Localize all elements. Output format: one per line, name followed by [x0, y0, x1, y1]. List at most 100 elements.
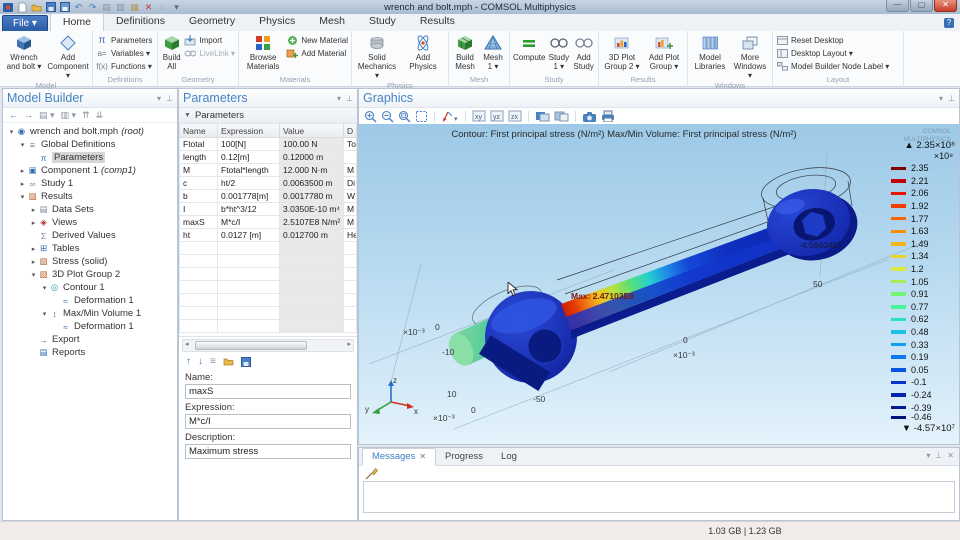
ribbon-button-variables-[interactable]: a= Variables ▾ [96, 47, 152, 59]
ribbon-button-reset-desktop[interactable]: Reset Desktop [776, 34, 889, 46]
tree-expander-icon[interactable]: ▾ [29, 271, 38, 279]
ribbon-button-3d-plot-group-2-[interactable]: 3D Plot Group 2 ▾ [602, 33, 642, 71]
file-menu-button[interactable]: File ▾ [2, 15, 48, 31]
column-header-name[interactable]: Name [179, 124, 218, 138]
plot-area[interactable]: Contour: First principal stress (N/m²) M… [359, 124, 959, 444]
tab-definitions[interactable]: Definitions [104, 13, 177, 30]
view-xy-icon[interactable]: xy [472, 110, 486, 123]
delete-icon[interactable]: ✕ [143, 2, 154, 13]
tree-expander-icon[interactable]: ▸ [18, 167, 27, 175]
tree-item-results[interactable]: ▾ ▨ Results [3, 190, 177, 203]
parameter-row[interactable]: c ht/2 0.0063500 m Di [179, 176, 357, 190]
parameter-row[interactable]: maxS M*c/I 2.5107E8 N/m² M [179, 215, 357, 229]
tree-item-views[interactable]: ▸ ◈ Views [3, 216, 177, 229]
transparency-icon[interactable] [535, 110, 550, 123]
view-zx-icon[interactable]: zx [508, 110, 522, 123]
tree-item-deformation-1[interactable]: ≈ Deformation 1 [3, 294, 177, 307]
ribbon-button-mesh-1-[interactable]: Mesh 1 ▾ [480, 33, 506, 71]
tree-item-contour-1[interactable]: ▾ ◎ Contour 1 [3, 281, 177, 294]
collapse-all-icon[interactable]: ⇈ [82, 110, 90, 121]
save-icon[interactable] [45, 2, 56, 13]
parameter-row[interactable]: Ib*ht^3/12 3.0350E-10 m⁴ M [179, 202, 357, 216]
tree-expander-icon[interactable]: ▸ [29, 258, 38, 266]
ribbon-button-import[interactable]: Import [184, 34, 235, 46]
tree-expander-icon[interactable]: ▾ [40, 310, 49, 318]
paste-icon[interactable]: ▦ [129, 2, 140, 13]
tab-physics[interactable]: Physics [247, 13, 307, 30]
help-button[interactable]: ? [944, 18, 954, 28]
parameter-row[interactable]: b 0.001778[m] 0.0017780 mW [179, 189, 357, 203]
print-icon[interactable] [601, 110, 615, 123]
maximize-button[interactable]: ▢ [910, 0, 933, 12]
tree-item-parameters[interactable]: π Parameters [3, 151, 177, 164]
tag-icon[interactable]: ▤ [101, 2, 112, 13]
ribbon-button-study-1-[interactable]: Study 1 ▾ [547, 33, 570, 71]
expression-input[interactable]: M*c/I [185, 414, 351, 429]
tab-messages[interactable]: Messages ✕ [362, 448, 437, 466]
undo-icon[interactable]: ↶ [73, 2, 84, 13]
close-panel-icon[interactable]: ✕ [947, 451, 954, 460]
ribbon-button-add-plot-group-[interactable]: Add Plot Group ▾ [644, 33, 684, 71]
ribbon-button-more-windows-[interactable]: More Windows ▾ [731, 33, 769, 81]
tree-expander-icon[interactable]: ▾ [18, 141, 27, 149]
tab-progress[interactable]: Progress [436, 449, 492, 465]
tab-home[interactable]: Home [49, 13, 104, 32]
ribbon-button-add-component-[interactable]: Add Component ▾ [47, 33, 89, 81]
ribbon-button-desktop-layout-[interactable]: Desktop Layout ▾ [776, 47, 889, 59]
redo-icon[interactable]: ↷ [87, 2, 98, 13]
list-icon[interactable]: ≡ [210, 356, 216, 367]
zoom-box-icon[interactable] [415, 110, 428, 123]
tree-item-max-min-volume-1[interactable]: ▾ ↕ Max/Min Volume 1 [3, 307, 177, 320]
parameters-section-bar[interactable]: ▼ Parameters [179, 108, 357, 124]
expand-all-icon[interactable]: ⇊ [96, 110, 104, 121]
tree-item-deformation-1[interactable]: ≈ Deformation 1 [3, 320, 177, 333]
pin-icon[interactable]: ⊥ [166, 94, 173, 103]
tab-geometry[interactable]: Geometry [177, 13, 247, 30]
tree-expander-icon[interactable]: ▸ [18, 180, 27, 188]
app-icon[interactable] [3, 2, 14, 13]
move-down-icon[interactable]: ↓ [198, 356, 203, 367]
horizontal-scrollbar[interactable]: ◂ ▸ [182, 339, 354, 352]
zoom-in-icon[interactable] [364, 110, 377, 123]
tab-mesh[interactable]: Mesh [307, 13, 357, 30]
panel-menu-icon[interactable]: ▾ [926, 451, 930, 460]
tree-item-global-definitions[interactable]: ▾ ≡ Global Definitions [3, 138, 177, 151]
minimize-button[interactable]: — [886, 0, 909, 12]
ribbon-button-build-mesh[interactable]: Build Mesh [452, 33, 478, 71]
clear-messages-icon[interactable] [364, 467, 378, 480]
new-file-icon[interactable] [17, 2, 28, 13]
pin-icon[interactable]: ⊥ [948, 94, 955, 103]
tab-results[interactable]: Results [408, 13, 467, 30]
column-header-expression[interactable]: Expression [217, 124, 280, 138]
ribbon-button-new-material[interactable]: New Material [286, 34, 348, 46]
name-input[interactable]: maxS [185, 384, 351, 399]
parameter-row[interactable]: Ftotal 100[N] 100.00 N To [179, 137, 357, 151]
tab-study[interactable]: Study [357, 13, 408, 30]
ribbon-button-add-study[interactable]: Add Study [572, 33, 595, 71]
tree-expander-icon[interactable]: ▸ [29, 219, 38, 227]
column-header-d[interactable]: D [343, 124, 357, 138]
tree-item-reports[interactable]: ▤ Reports [3, 346, 177, 359]
pin-icon[interactable]: ⊥ [346, 94, 353, 103]
tree-expander-icon[interactable]: ▸ [29, 206, 38, 214]
tree-item-study-1[interactable]: ▸ ∞ Study 1 [3, 177, 177, 190]
load-file-icon[interactable] [223, 357, 234, 366]
tree-item-wrench-and-bolt-mph[interactable]: ▾ ◉ wrench and bolt.mph (root) [3, 125, 177, 138]
ribbon-button-functions-[interactable]: f(x) Functions ▾ [96, 60, 152, 72]
scroll-right-icon[interactable]: ▸ [347, 340, 351, 349]
find-icon[interactable]: ◌ [157, 2, 168, 13]
tree-item-derived-values[interactable]: Σ Derived Values [3, 229, 177, 242]
ribbon-button-add-material[interactable]: Add Material [286, 47, 348, 59]
move-up-icon[interactable]: ↑ [186, 356, 191, 367]
tree-expander-icon[interactable]: ▾ [7, 128, 16, 136]
ribbon-button-model-builder-node-label-[interactable]: Model Builder Node Label ▾ [776, 60, 889, 72]
scroll-left-icon[interactable]: ◂ [185, 340, 189, 349]
tree-item-stress-solid-[interactable]: ▸ ▧ Stress (solid) [3, 255, 177, 268]
ribbon-button-browse-materials[interactable]: Browse Materials [242, 33, 284, 71]
go-to-view-icon[interactable]: ▾ [441, 110, 459, 123]
ribbon-button-solid-mechanics-[interactable]: Solid Mechanics ▾ [355, 33, 399, 81]
panel-menu-icon[interactable]: ▾ [337, 94, 341, 103]
back-icon[interactable]: ← [9, 110, 18, 120]
panel-menu-icon[interactable]: ▾ [939, 94, 943, 103]
tree-item-data-sets[interactable]: ▸ ▤ Data Sets [3, 203, 177, 216]
